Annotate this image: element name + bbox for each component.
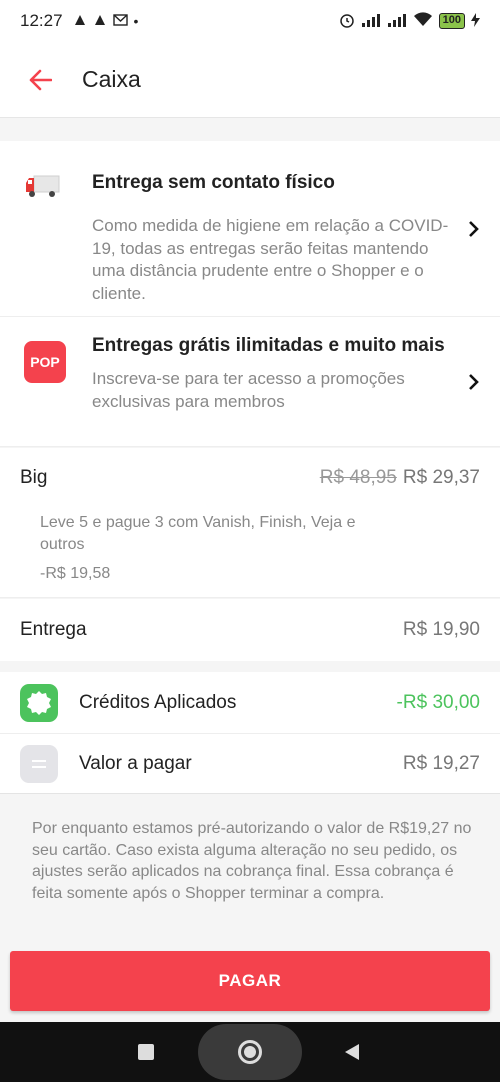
discount-value: -R$ 19,58 [40, 565, 111, 582]
total-row: Valor a pagar R$ 19,27 [0, 734, 500, 794]
old-price: R$ 48,95 [319, 467, 397, 488]
notice-title: Entrega sem contato físico [92, 172, 335, 193]
recent-apps-button[interactable] [138, 1044, 154, 1060]
back-nav-button[interactable] [344, 1043, 360, 1066]
notice-text: Inscreva-se para ter acesso a promoções … [92, 369, 405, 411]
preauthorization-disclaimer: Por enquanto estamos pré-autorizando o v… [32, 820, 472, 902]
signal-icon [387, 13, 407, 30]
delivery-row: Entrega R$ 19,90 [0, 599, 500, 661]
notification-icon [73, 13, 87, 30]
payment-summary: Créditos Aplicados -R$ 30,00 Valor a pag… [0, 672, 500, 794]
wifi-icon [413, 12, 433, 30]
pay-button[interactable]: PAGAR [10, 951, 490, 1011]
notice-title: Entregas grátis ilimitadas e muito mais [92, 335, 445, 356]
equals-icon [20, 745, 58, 783]
pop-badge: POP [24, 341, 66, 383]
pop-membership-notice[interactable]: POP Entregas grátis ilimitadas e muito m… [0, 317, 500, 447]
charging-icon [471, 12, 480, 30]
status-bar: 12:27 • 100 [0, 0, 500, 42]
app-bar: Caixa [0, 42, 500, 118]
dot-icon: • [133, 13, 139, 29]
arrow-left-icon [29, 69, 52, 90]
home-button[interactable] [238, 1040, 262, 1064]
triangle-back-icon [345, 1044, 359, 1060]
promo-text: Leve 5 e pague 3 com Vanish, Finish, Vej… [40, 514, 356, 553]
battery-icon: 100 [438, 13, 465, 29]
credits-label: Créditos Aplicados [79, 691, 237, 713]
system-nav-bar [0, 1022, 500, 1082]
chevron-right-icon [469, 220, 479, 237]
store-name: Big [20, 467, 48, 488]
store-summary: Big R$ 48,95 R$ 29,37 Leve 5 e pague 3 co… [0, 448, 500, 598]
delivery-label: Entrega [20, 619, 87, 640]
back-button[interactable] [20, 60, 60, 100]
mail-icon [112, 13, 128, 29]
contactless-delivery-notice[interactable]: Entrega sem contato físico Como medida d… [0, 141, 500, 317]
notification-icon [93, 13, 107, 30]
store-price: R$ 29,37 [402, 467, 480, 488]
credits-icon [20, 683, 58, 722]
total-label: Valor a pagar [79, 753, 192, 774]
delivery-truck-icon [26, 175, 60, 197]
page-title: Caixa [82, 66, 141, 92]
status-time: 12:27 [20, 11, 63, 30]
signal-icon [361, 13, 381, 30]
alarm-icon [339, 12, 355, 31]
credits-row: Créditos Aplicados -R$ 30,00 [0, 672, 500, 734]
credits-value: -R$ 30,00 [396, 691, 480, 713]
delivery-value: R$ 19,90 [402, 619, 480, 640]
notice-text: Como medida de higiene em relação a COVI… [92, 216, 449, 303]
chevron-right-icon [469, 373, 479, 390]
total-value: R$ 19,27 [402, 753, 480, 774]
